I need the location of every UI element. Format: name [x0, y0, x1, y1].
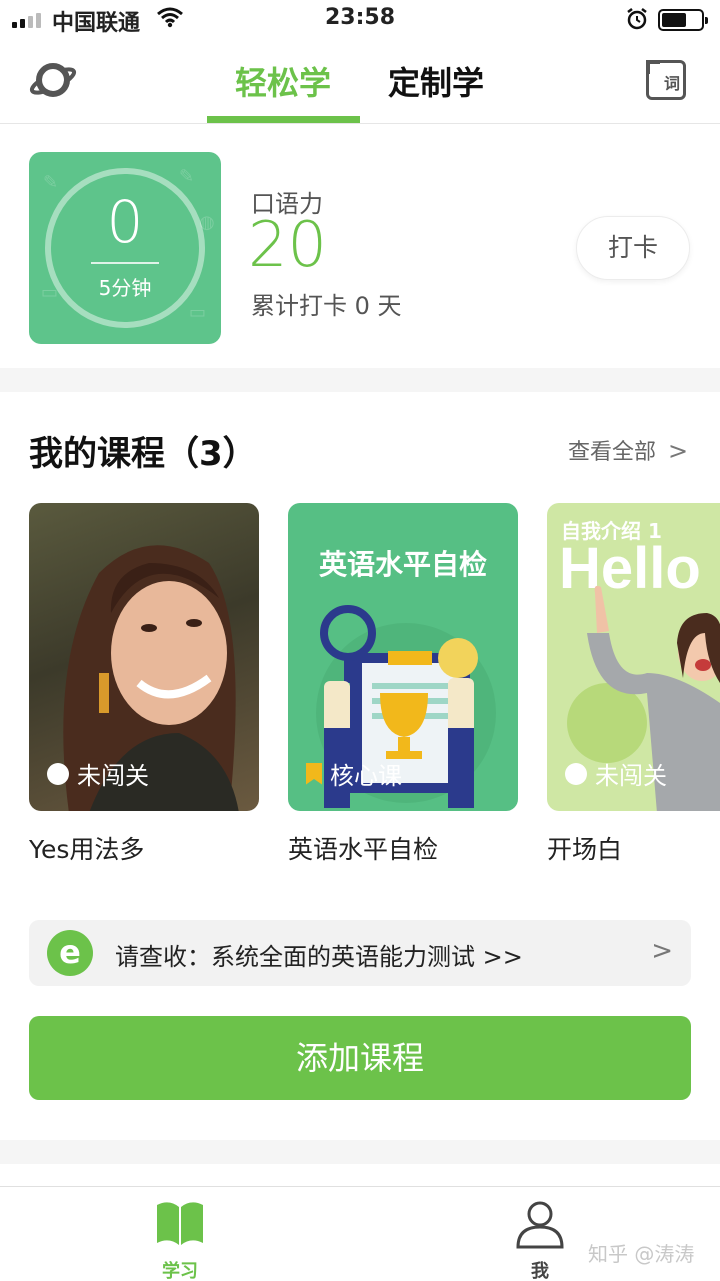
- course-name[interactable]: 英语水平自检: [288, 830, 438, 866]
- course-status-label: 未闯关: [77, 762, 149, 790]
- skill-score: 20: [248, 208, 327, 281]
- course-status-label: 核心课: [330, 762, 402, 790]
- status-bar: 中国联通 23:58: [0, 0, 720, 40]
- streak-text: 累计打卡 0 天: [251, 292, 402, 320]
- dictionary-icon[interactable]: 词: [646, 60, 686, 100]
- tab-custom-learn[interactable]: 定制学: [360, 58, 512, 104]
- planet-icon[interactable]: [28, 58, 78, 106]
- course-status: 未闯关: [47, 756, 149, 791]
- course-card[interactable]: 英语水平自检 核心课: [288, 503, 518, 811]
- stats-panel: ✎ ✎ ▭ ▭ ◍ 0 5分钟 口语力 20 累计打卡 0 天 打卡: [0, 124, 720, 368]
- wifi-icon: [156, 6, 184, 34]
- view-all-link[interactable]: 查看全部 >: [568, 434, 688, 466]
- bookmark-icon: [306, 762, 322, 785]
- person-icon: [516, 1201, 564, 1249]
- dictionary-label: 词: [663, 74, 680, 93]
- chevron-right-icon: >: [668, 437, 689, 465]
- promo-text: 请查收：系统全面的英语能力测试 >>: [115, 943, 523, 971]
- carrier-name: 中国联通: [52, 11, 141, 36]
- add-course-button[interactable]: 添加课程: [29, 1016, 691, 1100]
- daily-progress-tile[interactable]: ✎ ✎ ▭ ▭ ◍ 0 5分钟: [29, 152, 221, 344]
- view-all-label: 查看全部: [568, 440, 657, 465]
- battery-icon: [658, 9, 708, 31]
- course-card[interactable]: 未闯关: [29, 503, 259, 811]
- tab-me-label: 我: [531, 1261, 549, 1281]
- status-dot-icon: [47, 762, 69, 785]
- status-dot-icon: [565, 762, 587, 785]
- active-tab-indicator: [207, 116, 360, 123]
- course-card[interactable]: 自我介绍 1 Hello 未闯关: [547, 503, 720, 811]
- watermark: 知乎 @涛涛: [588, 1242, 695, 1266]
- pencil-decoration-icon: ✎: [179, 166, 195, 187]
- minutes-goal: 5分钟: [98, 276, 152, 300]
- english-logo-icon: e: [47, 930, 93, 976]
- course-status: 未闯关: [565, 756, 667, 791]
- promo-banner[interactable]: e 请查收：系统全面的英语能力测试 >> >: [29, 920, 691, 986]
- course-status: 核心课: [306, 756, 402, 791]
- tab-learn-label: 学习: [162, 1261, 198, 1281]
- section-divider: [0, 368, 720, 392]
- tab-easy-learn[interactable]: 轻松学: [207, 58, 359, 104]
- book-decoration-icon: ▭: [189, 302, 207, 323]
- signal-icon: [12, 12, 41, 28]
- course-status-label: 未闯关: [595, 762, 667, 790]
- progress-divider: [91, 262, 159, 264]
- alarm-icon: [626, 7, 648, 37]
- checkin-button[interactable]: 打卡: [576, 216, 690, 280]
- section-divider: [0, 1140, 720, 1164]
- courses-title: 我的课程（3）: [29, 434, 257, 474]
- book-icon: [157, 1202, 203, 1245]
- top-nav: 轻松学 定制学 词: [0, 40, 720, 124]
- course-name[interactable]: Yes用法多: [29, 830, 144, 866]
- chevron-right-icon: >: [651, 936, 673, 966]
- minutes-value: 0: [106, 188, 144, 256]
- course-name[interactable]: 开场白: [547, 830, 622, 866]
